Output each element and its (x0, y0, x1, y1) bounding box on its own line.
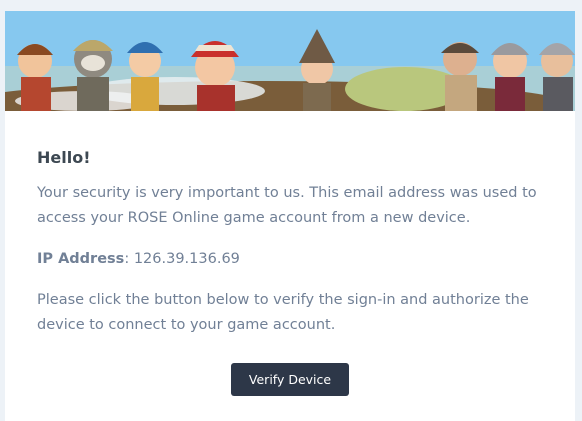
verify-device-button[interactable]: Verify Device (230, 363, 350, 396)
ip-address-separator: : (124, 251, 134, 267)
email-body: Hello! Your security is very important t… (5, 111, 575, 396)
button-row: Verify Device (37, 363, 543, 396)
email-card: Hello! Your security is very important t… (5, 11, 575, 421)
ip-address-label: IP Address (37, 251, 125, 267)
ip-address-value: 126.39.136.69 (133, 251, 240, 267)
instruction-paragraph: Please click the button below to verify … (37, 292, 529, 333)
intro-paragraph: Your security is very important to us. T… (37, 185, 537, 226)
ip-address-line: IP Address: 126.39.136.69 (37, 247, 543, 272)
banner-illustration (5, 11, 575, 111)
greeting-heading: Hello! (37, 148, 91, 167)
header-banner-image (5, 11, 575, 111)
